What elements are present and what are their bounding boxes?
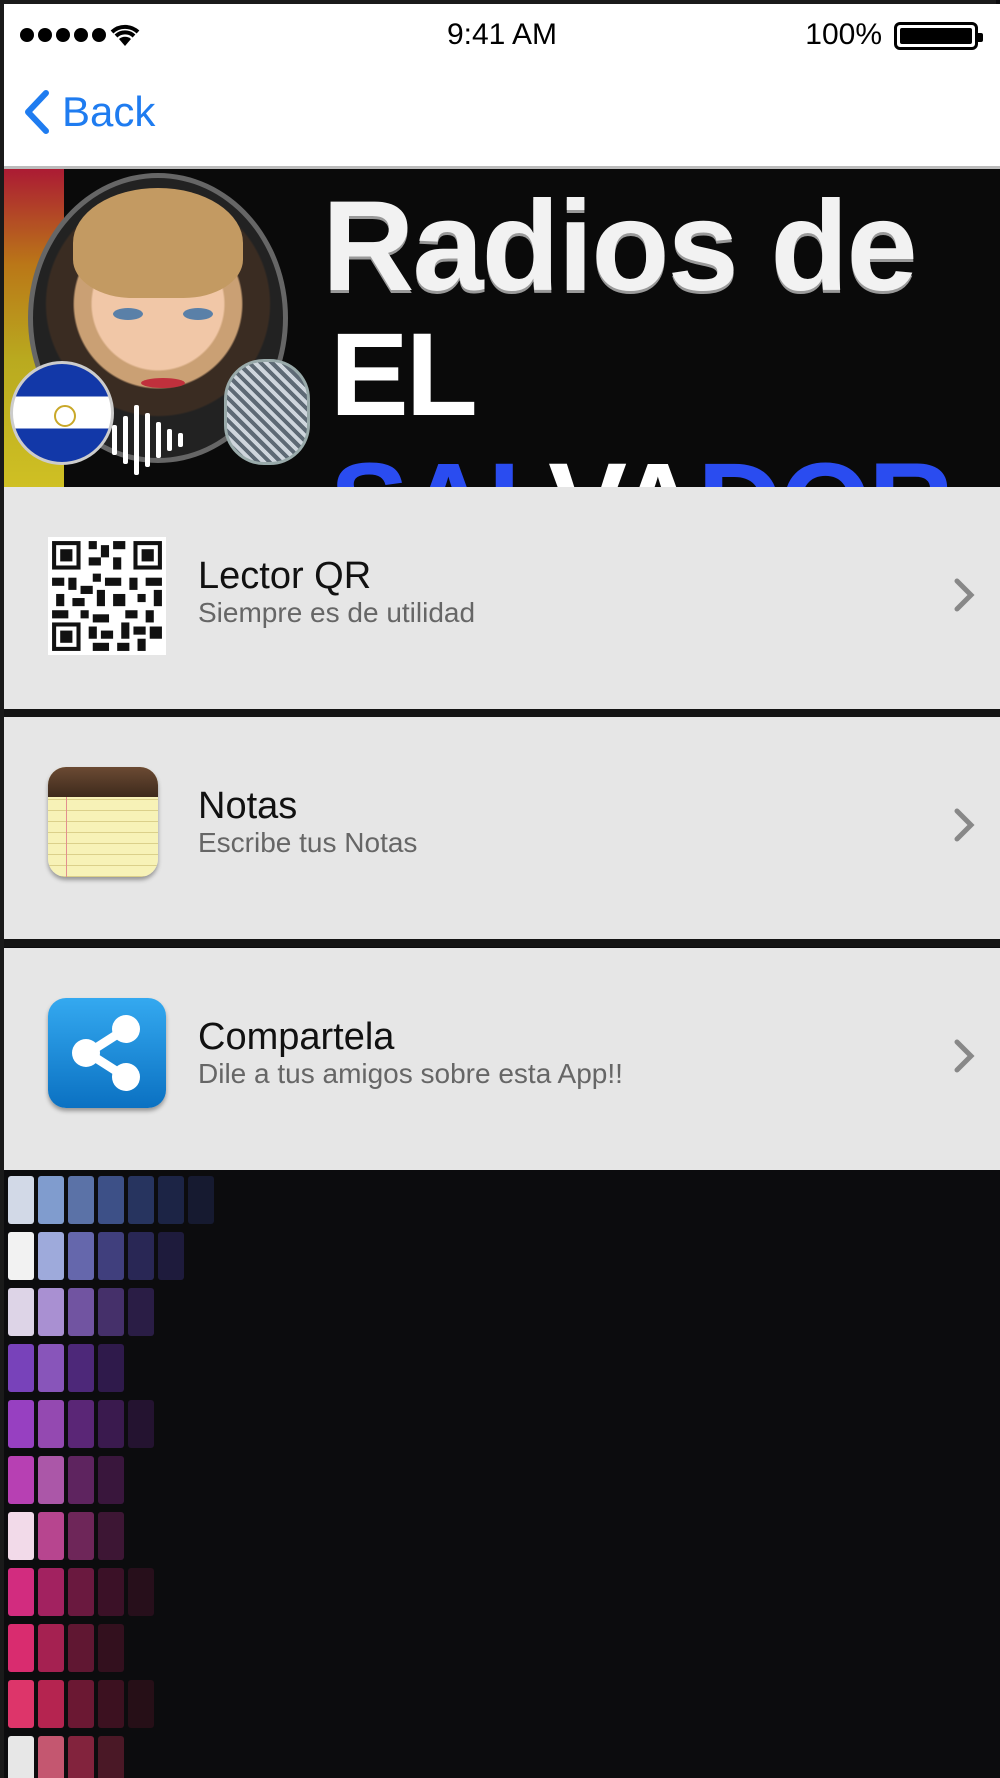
chevron-left-icon bbox=[25, 90, 49, 134]
list-item-subtitle: Escribe tus Notas bbox=[198, 827, 418, 858]
list-item-compartela[interactable]: Compartela Dile a tus amigos sobre esta … bbox=[4, 948, 1000, 1170]
sound-wave-icon bbox=[112, 405, 183, 475]
chevron-right-icon bbox=[954, 808, 975, 842]
battery-icon bbox=[894, 22, 983, 50]
chevron-right-icon bbox=[954, 1039, 975, 1073]
device-frame: 9:41 AM 100% Back Radios de EL SALVADOR bbox=[0, 0, 1000, 1778]
divider bbox=[4, 939, 1000, 947]
qr-code-icon bbox=[48, 537, 166, 655]
microphone-icon bbox=[224, 359, 310, 465]
share-icon bbox=[48, 998, 166, 1108]
battery-percent: 100% bbox=[805, 18, 882, 51]
list-item-title: Compartela bbox=[198, 1016, 395, 1058]
navigation-bar: Back bbox=[4, 66, 1000, 169]
list-item-lector-qr[interactable]: Lector QR Siempre es de utilidad bbox=[4, 487, 1000, 709]
app-screen: 9:41 AM 100% Back Radios de EL SALVADOR bbox=[0, 0, 1000, 1778]
el-salvador-flag-icon bbox=[10, 361, 114, 465]
background-lights bbox=[4, 1170, 1000, 1778]
list-item-title: Lector QR bbox=[198, 555, 372, 597]
notes-icon bbox=[48, 767, 158, 877]
banner-title-line1: Radios de bbox=[322, 175, 918, 318]
list-item-title: Notas bbox=[198, 785, 298, 827]
list-item-subtitle: Dile a tus amigos sobre esta App!! bbox=[198, 1058, 623, 1089]
list-item-subtitle: Siempre es de utilidad bbox=[198, 597, 476, 628]
back-label: Back bbox=[62, 88, 156, 135]
divider bbox=[4, 709, 1000, 717]
back-button[interactable]: Back bbox=[22, 88, 155, 136]
header-banner: Radios de EL SALVADOR bbox=[4, 169, 1000, 487]
list-item-notas[interactable]: Notas Escribe tus Notas bbox=[4, 717, 1000, 939]
chevron-right-icon bbox=[954, 578, 975, 612]
banner-title-line2: EL SALVADOR bbox=[330, 309, 954, 487]
status-bar: 9:41 AM 100% bbox=[4, 4, 1000, 66]
